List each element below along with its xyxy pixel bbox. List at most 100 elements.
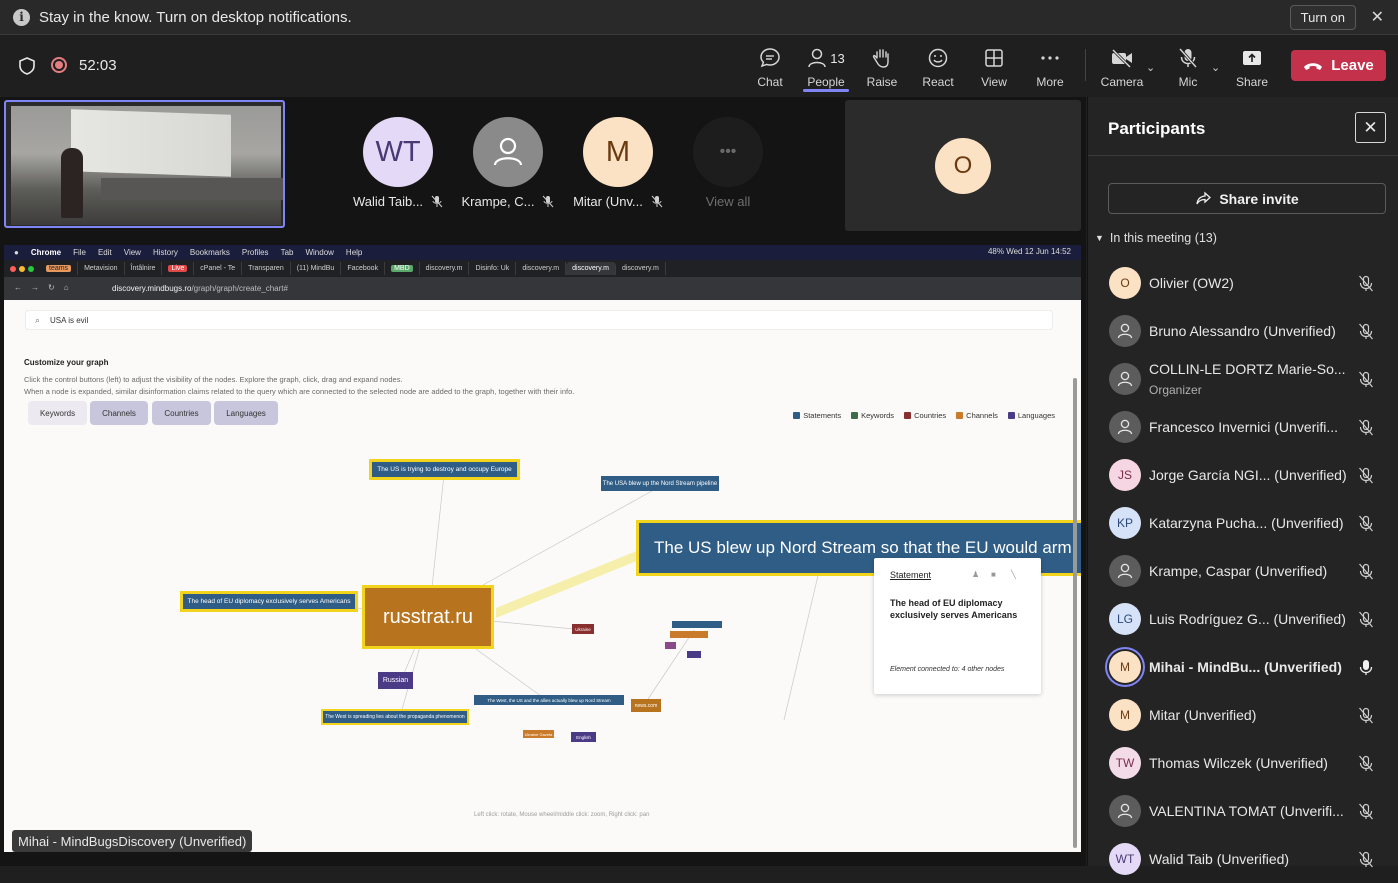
- participant-name: Mihai - MindBu... (Unverified): [1149, 659, 1342, 675]
- participant-list: O Olivier (OW2) Bruno Alessandro (Unverifi…: [1088, 259, 1398, 883]
- generic-avatar: [1109, 411, 1141, 443]
- mic-off-icon: [1358, 467, 1374, 489]
- participant-row[interactable]: LG Luis Rodríguez G... (Unverified): [1088, 595, 1398, 643]
- camera-button[interactable]: Camera: [1100, 45, 1144, 93]
- speaker-tile[interactable]: O: [845, 100, 1081, 231]
- projection-screen: [71, 109, 231, 177]
- generic-avatar: [473, 117, 543, 187]
- leave-button[interactable]: Leave: [1291, 50, 1386, 81]
- participant-row[interactable]: VALENTINA TOMAT (Unverifi...: [1088, 787, 1398, 835]
- camera-options-chevron-icon[interactable]: ⌄: [1146, 61, 1155, 74]
- menu-file: File: [73, 248, 86, 257]
- participant-row[interactable]: O Olivier (OW2): [1088, 259, 1398, 307]
- close-panel-button[interactable]: ✕: [1355, 112, 1386, 143]
- chat-button[interactable]: Chat: [754, 45, 786, 93]
- participant-tile-krampe[interactable]: Krampe, C...: [458, 117, 558, 209]
- participant-tile-mitar[interactable]: M Mitar (Unv...: [568, 117, 668, 209]
- view-all-label: View all: [705, 194, 751, 209]
- avatar: M: [1109, 651, 1141, 683]
- browser-tab: cPanel - Te: [194, 262, 243, 275]
- share-invite-button[interactable]: Share invite: [1108, 183, 1386, 214]
- close-notification-icon[interactable]: ✕: [1371, 7, 1384, 27]
- browser-tab: MBD: [385, 262, 420, 275]
- participant-row[interactable]: Bruno Alessandro (Unverified): [1088, 307, 1398, 355]
- mic-off-icon: [1358, 851, 1374, 873]
- participant-row[interactable]: KP Katarzyna Pucha... (Unverified): [1088, 499, 1398, 547]
- participants-panel: Participants ✕ Share invite ▼ In this me…: [1087, 97, 1398, 875]
- menu-bookmarks: Bookmarks: [189, 248, 230, 257]
- browser-nav-icons: ←→↻⌂: [14, 283, 78, 292]
- menu-view: View: [123, 248, 141, 257]
- hang-up-icon: [1304, 62, 1323, 70]
- stage-scrollbar[interactable]: [1073, 378, 1077, 848]
- grid-view-icon: [985, 49, 1003, 67]
- view-button[interactable]: View: [978, 45, 1010, 93]
- participant-role: Organizer: [1149, 383, 1202, 397]
- react-label: React: [922, 75, 954, 89]
- speaker-avatar: O: [935, 137, 991, 194]
- view-all-tile[interactable]: ••• View all: [678, 117, 778, 209]
- participant-name: Jorge García NGI... (Unverified): [1149, 467, 1347, 483]
- mac-menu-bar: ● Chrome File Edit View History Bookmark…: [4, 245, 1081, 260]
- menu-tab: Tab: [280, 248, 294, 257]
- avatar: O: [1109, 267, 1141, 299]
- notification-bar: i Stay in the know. Turn on desktop noti…: [0, 0, 1398, 35]
- raise-hand-button[interactable]: Raise: [866, 45, 898, 93]
- shield-icon: [19, 57, 35, 75]
- browser-tab: Întâlnire: [125, 262, 163, 275]
- mic-off-icon: [1358, 515, 1374, 537]
- chat-label: Chat: [757, 75, 783, 89]
- people-button[interactable]: 13 People: [804, 45, 848, 93]
- thumb-icon: ♟: [972, 570, 980, 579]
- browser-tab: discovery.m: [516, 262, 567, 275]
- mic-options-chevron-icon[interactable]: ⌄: [1211, 61, 1220, 74]
- notification-message: Stay in the know. Turn on desktop notifi…: [39, 8, 352, 26]
- participant-name: Mitar (Unverified): [1149, 707, 1257, 723]
- share-button[interactable]: Share: [1236, 45, 1268, 93]
- recording-icon: [51, 57, 67, 73]
- chevron-down-icon: ▼: [1095, 233, 1104, 243]
- trash-icon: ■: [991, 570, 996, 579]
- person-icon: [1117, 803, 1133, 819]
- popup-footer: Element connected to: 4 other nodes: [890, 666, 1005, 673]
- generic-avatar: [1109, 555, 1141, 587]
- participant-row[interactable]: JS Jorge García NGI... (Unverified): [1088, 451, 1398, 499]
- participant-row[interactable]: Francesco Invernici (Unverifi...: [1088, 403, 1398, 451]
- browser-tab: Live: [162, 262, 195, 275]
- smiley-icon: [928, 48, 948, 68]
- participant-row[interactable]: WT Walid Taib (Unverified): [1088, 835, 1398, 883]
- menu-edit: Edit: [97, 248, 112, 257]
- person-icon: [1117, 371, 1133, 387]
- participant-row[interactable]: TW Thomas Wilczek (Unverified): [1088, 739, 1398, 787]
- participant-row[interactable]: M Mitar (Unverified): [1088, 691, 1398, 739]
- more-button[interactable]: More: [1034, 45, 1066, 93]
- url-text: discovery.mindbugs.ro/graph/graph/create…: [112, 284, 288, 293]
- mic-off-icon: [431, 195, 443, 208]
- window-controls: [4, 265, 40, 272]
- people-active-indicator: [803, 89, 849, 92]
- menu-window: Window: [305, 248, 334, 257]
- mic-off-icon: [1358, 707, 1374, 729]
- participant-row[interactable]: M Mihai - MindBu... (Unverified): [1088, 643, 1398, 691]
- mic-button[interactable]: Mic: [1172, 45, 1204, 93]
- person-icon: [1117, 419, 1133, 435]
- browser-address-bar: ←→↻⌂ discovery.mindbugs.ro/graph/graph/c…: [4, 277, 1081, 300]
- avatar: WT: [363, 117, 433, 187]
- browser-tab: Transparen: [242, 262, 291, 275]
- graph-node-language: English: [571, 732, 596, 742]
- raise-hand-icon: [872, 49, 889, 68]
- room-video-tile[interactable]: [4, 100, 285, 228]
- raise-label: Raise: [866, 75, 898, 89]
- participant-row[interactable]: Krampe, Caspar (Unverified): [1088, 547, 1398, 595]
- presenter-figure: [61, 148, 83, 218]
- in-meeting-section-header[interactable]: ▼ In this meeting (13): [1095, 231, 1217, 245]
- participant-name: Luis Rodríguez G... (Unverified): [1149, 611, 1346, 627]
- participant-tile-walid[interactable]: WT Walid Taib...: [348, 117, 448, 209]
- graph-node-channel: news.com: [631, 699, 661, 712]
- react-button[interactable]: React: [922, 45, 954, 93]
- participant-row[interactable]: COLLIN-LE DORTZ Marie-So... Organizer: [1088, 355, 1398, 403]
- menu-profiles: Profiles: [241, 248, 269, 257]
- turn-on-notifications-button[interactable]: Turn on: [1289, 5, 1356, 30]
- generic-avatar: [1109, 315, 1141, 347]
- graph-node-statement: The USA blew up the Nord Stream pipeline: [601, 476, 719, 491]
